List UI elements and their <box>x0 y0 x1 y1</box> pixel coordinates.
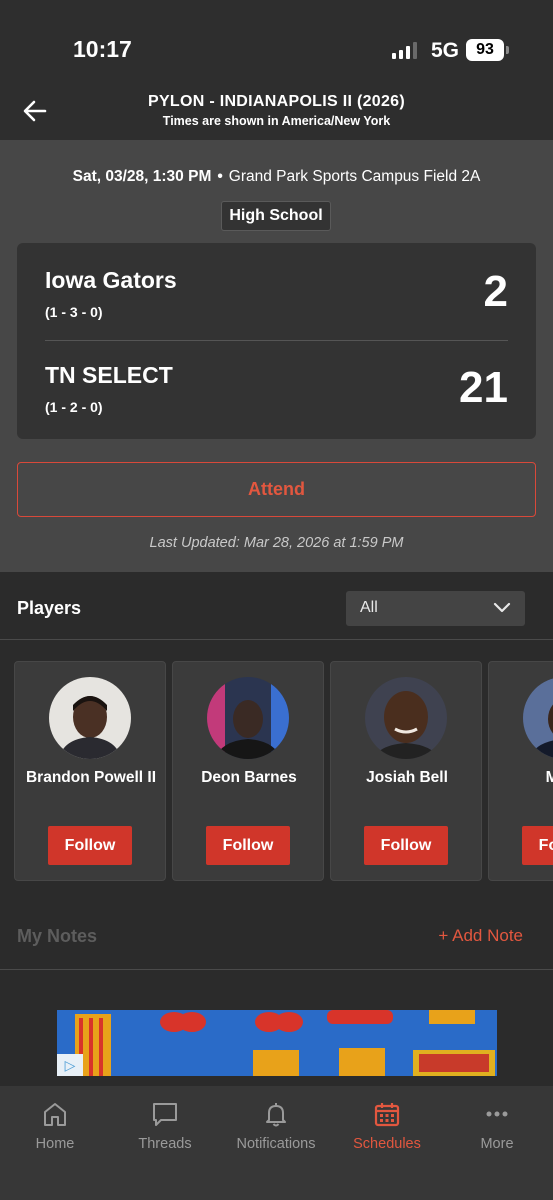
network-label: 5G <box>431 39 460 62</box>
notes-title: My Notes <box>17 926 98 946</box>
player-card[interactable]: Miles 6 Follow <box>488 661 553 881</box>
follow-button[interactable]: Follow <box>522 826 553 865</box>
players-carousel[interactable]: Brandon Powell II Follow Deon Barnes Fol… <box>14 661 553 881</box>
ad-choices-icon[interactable]: ▷ <box>57 1054 83 1076</box>
attend-button[interactable]: Attend <box>17 462 536 517</box>
player-card[interactable]: Deon Barnes Follow <box>172 661 324 881</box>
tab-label: Threads <box>138 1136 192 1152</box>
bell-icon <box>266 1103 286 1127</box>
players-title: Players <box>17 598 82 618</box>
follow-button[interactable]: Follow <box>364 826 448 865</box>
game-meta: Sat, 03/28, 1:30 PM • Grand Park Sports Ca… <box>0 168 553 186</box>
level-badge: High School <box>221 201 331 231</box>
player-sub: 6 <box>489 797 553 812</box>
page-title: PYLON - INDIANAPOLIS II (2026) <box>147 93 406 110</box>
filter-value: All <box>360 599 378 616</box>
status-bar: 10:17 5G 93 <box>0 0 553 90</box>
tab-label: More <box>480 1136 514 1152</box>
team-row-away: TN SELECT (1 - 2 - 0) <box>45 362 173 415</box>
team-name: Iowa Gators <box>45 267 177 293</box>
status-time: 10:17 <box>73 36 132 62</box>
tab-threads[interactable]: Threads <box>110 1096 220 1166</box>
notes-section: My Notes + Add Note <box>0 900 553 970</box>
score-divider <box>45 340 508 341</box>
player-name: Josiah Bell <box>366 769 448 786</box>
page-subtitle: Times are shown in America/New York <box>162 114 391 128</box>
chevron-down-icon <box>493 602 511 613</box>
tab-schedules[interactable]: Schedules <box>332 1096 442 1166</box>
player-card[interactable]: Brandon Powell II Follow <box>14 661 166 881</box>
home-icon <box>44 1103 66 1126</box>
score-card: Iowa Gators (1 - 3 - 0) 2 TN SELECT (1 -… <box>17 243 536 439</box>
player-name: Deon Barnes <box>201 769 297 786</box>
team-name: TN SELECT <box>45 362 173 388</box>
team-record: (1 - 3 - 0) <box>45 304 103 320</box>
player-avatar <box>365 677 447 759</box>
ad-image <box>57 1010 497 1076</box>
follow-button[interactable]: Follow <box>206 826 290 865</box>
game-venue: Grand Park Sports Campus Field 2A <box>228 168 481 185</box>
players-header: Players All <box>0 572 553 640</box>
player-card[interactable]: Josiah Bell Follow <box>330 661 482 881</box>
player-avatar <box>523 677 553 759</box>
player-name: Miles <box>545 769 553 786</box>
team-row-home: Iowa Gators (1 - 3 - 0) <box>45 267 177 320</box>
tab-notifications[interactable]: Notifications <box>221 1096 331 1166</box>
game-panel: Sat, 03/28, 1:30 PM • Grand Park Sports Ca… <box>0 140 553 572</box>
tab-more[interactable]: More <box>442 1096 552 1166</box>
battery-icon: 93 <box>466 39 509 61</box>
team-record: (1 - 2 - 0) <box>45 399 103 415</box>
game-datetime: Sat, 03/28, 1:30 PM <box>72 168 212 185</box>
bottom-tab-bar: Home Threads Notifications Schedules Mor… <box>0 1086 553 1200</box>
player-name: Brandon Powell II <box>25 769 157 786</box>
signal-icon <box>392 42 417 59</box>
players-filter-select[interactable]: All <box>346 591 525 626</box>
last-updated: Last Updated: Mar 28, 2026 at 1:59 PM <box>149 535 404 551</box>
tab-home[interactable]: Home <box>0 1096 110 1166</box>
calendar-icon <box>374 1103 400 1127</box>
tab-label: Notifications <box>236 1136 316 1152</box>
tab-label: Home <box>35 1136 75 1152</box>
meta-separator: • <box>217 168 223 185</box>
app-header: PYLON - INDIANAPOLIS II (2026) Times are… <box>0 90 553 140</box>
team-score: 21 <box>459 363 508 412</box>
add-note-button[interactable]: + Add Note <box>438 926 523 946</box>
player-avatar <box>207 677 289 759</box>
chat-icon <box>153 1103 177 1126</box>
ad-banner[interactable]: ▷ <box>57 1010 497 1076</box>
player-avatar <box>49 677 131 759</box>
follow-button[interactable]: Follow <box>48 826 132 865</box>
team-score: 2 <box>483 267 508 316</box>
more-icon <box>486 1111 508 1117</box>
tab-label: Schedules <box>353 1136 421 1152</box>
